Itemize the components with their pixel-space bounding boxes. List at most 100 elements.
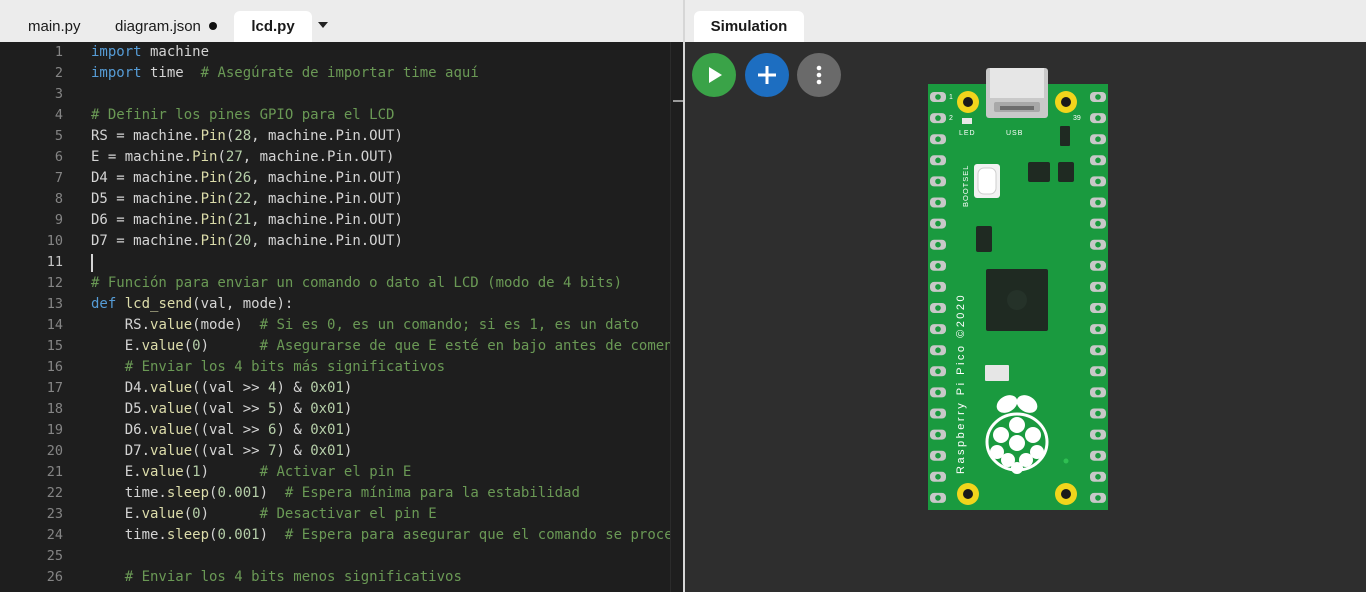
code-line[interactable]: 14 RS.value(mode) # Si es 0, es un coman… bbox=[0, 315, 670, 336]
gpio-pin-hole bbox=[935, 263, 941, 269]
code-line[interactable]: 24 time.sleep(0.001) # Espera para asegu… bbox=[0, 525, 670, 546]
code-token: ) bbox=[259, 485, 285, 501]
code-line[interactable]: 19 D6.value((val >> 6) & 0x01) bbox=[0, 420, 670, 441]
gpio-pin-hole bbox=[935, 474, 941, 480]
code-token: # Activar el pin E bbox=[259, 464, 412, 480]
code-line[interactable]: 22 time.sleep(0.001) # Espera mínima par… bbox=[0, 483, 670, 504]
code-line[interactable]: 9 D6 = machine.Pin(21, machine.Pin.OUT) bbox=[0, 210, 670, 231]
code-token: def bbox=[91, 296, 117, 312]
code-token: sleep bbox=[166, 485, 210, 501]
code-token: (mode) bbox=[192, 317, 260, 333]
code-token: ) bbox=[259, 527, 285, 543]
gpio-pin-hole bbox=[935, 178, 941, 185]
gpio-pin-hole bbox=[935, 305, 941, 311]
play-icon bbox=[709, 67, 722, 83]
code-line[interactable]: 16 # Enviar los 4 bits más significativo… bbox=[0, 357, 670, 378]
tab-lcd-py[interactable]: lcd.py bbox=[234, 11, 312, 42]
line-number: 6 bbox=[54, 149, 63, 165]
start-simulation-button[interactable] bbox=[692, 53, 736, 97]
usb-connector bbox=[986, 68, 1048, 118]
tab-main-py[interactable]: main.py bbox=[28, 11, 81, 42]
gpio-pin-hole bbox=[935, 94, 941, 100]
code-token: ) & bbox=[276, 401, 311, 417]
code-token: ) bbox=[200, 506, 260, 522]
board-name-label: Raspberry Pi Pico ©2020 bbox=[955, 293, 967, 474]
code-line[interactable]: 6 E = machine.Pin(27, machine.Pin.OUT) bbox=[0, 147, 670, 168]
raspberry-pi-pico-board[interactable]: 1 2 39 LED USB BOOTSEL Raspberry Pi Pico… bbox=[928, 66, 1108, 512]
code-token: D4 = machine. bbox=[91, 170, 201, 186]
gpio-pin-hole bbox=[935, 389, 941, 396]
line-number: 2 bbox=[54, 65, 63, 81]
simulation-tab-bar: Simulation bbox=[685, 0, 1366, 42]
code-line[interactable]: 10 D7 = machine.Pin(20, machine.Pin.OUT) bbox=[0, 231, 670, 252]
code-token: 0.001 bbox=[217, 485, 260, 501]
code-token: value bbox=[141, 506, 184, 522]
code-text: D7 = machine.Pin(20, machine.Pin.OUT) bbox=[91, 231, 403, 252]
line-number: 22 bbox=[46, 485, 63, 501]
code-token: , machine.Pin.OUT) bbox=[251, 233, 403, 249]
code-token: D7 = machine. bbox=[91, 233, 201, 249]
plus-icon bbox=[758, 66, 776, 84]
code-line[interactable]: 7 D4 = machine.Pin(26, machine.Pin.OUT) bbox=[0, 168, 670, 189]
gpio-pin-hole bbox=[1095, 263, 1101, 269]
tab-menu-chevron-down-icon[interactable] bbox=[316, 18, 330, 32]
code-line[interactable]: 12 # Función para enviar un comando o dat… bbox=[0, 273, 670, 294]
code-line[interactable]: 25 bbox=[0, 546, 670, 567]
code-token: machine bbox=[141, 44, 210, 60]
code-text: time.sleep(0.001) # Espera mínima para l… bbox=[91, 483, 580, 504]
code-line[interactable]: 2 import time # Asegúrate de importar tim… bbox=[0, 63, 670, 84]
code-token: # Definir los pines GPIO para el LCD bbox=[91, 107, 395, 123]
code-line[interactable]: 26 # Enviar los 4 bits menos significati… bbox=[0, 567, 670, 588]
code-token: value bbox=[150, 317, 193, 333]
code-token: E = machine. bbox=[91, 149, 193, 165]
code-token: time. bbox=[91, 485, 167, 501]
editor-scrollbar-thumb[interactable] bbox=[673, 100, 683, 102]
code-line[interactable]: 21 E.value(1) # Activar el pin E bbox=[0, 462, 670, 483]
gpio-pin-hole bbox=[1095, 410, 1101, 417]
line-number: 16 bbox=[46, 359, 63, 375]
line-number: 1 bbox=[54, 44, 63, 60]
editor-scrollbar[interactable] bbox=[670, 42, 683, 592]
code-line[interactable]: 23 E.value(0) # Desactivar el pin E bbox=[0, 504, 670, 525]
code-token: 28 bbox=[234, 128, 252, 144]
line-number: 21 bbox=[46, 464, 63, 480]
gpio-pin-hole bbox=[1095, 157, 1101, 164]
code-text: # Función para enviar un comando o dato … bbox=[91, 273, 622, 294]
code-line[interactable]: 18 D5.value((val >> 5) & 0x01) bbox=[0, 399, 670, 420]
more-options-button[interactable] bbox=[797, 53, 841, 97]
code-token: ) bbox=[343, 443, 353, 459]
pin-label-39: 39 bbox=[1073, 115, 1081, 122]
line-number: 5 bbox=[54, 128, 63, 144]
code-token: 0.001 bbox=[217, 527, 260, 543]
code-line[interactable]: 8 D5 = machine.Pin(22, machine.Pin.OUT) bbox=[0, 189, 670, 210]
code-token: D5 = machine. bbox=[91, 191, 201, 207]
code-line[interactable]: 11 bbox=[0, 252, 670, 273]
gpio-pin-hole bbox=[935, 220, 941, 227]
gpio-pin-hole bbox=[1095, 452, 1101, 459]
code-token: value bbox=[141, 464, 184, 480]
code-text: # Definir los pines GPIO para el LCD bbox=[91, 105, 394, 126]
code-line[interactable]: 20 D7.value((val >> 7) & 0x01) bbox=[0, 441, 670, 462]
component bbox=[1058, 162, 1074, 182]
code-area[interactable]: 1 import machine 2 import time # Asegúrate … bbox=[0, 42, 670, 592]
code-token: sleep bbox=[166, 527, 210, 543]
code-token: # Enviar los 4 bits menos significativos bbox=[124, 569, 462, 585]
code-line[interactable]: 5 RS = machine.Pin(28, machine.Pin.OUT) bbox=[0, 126, 670, 147]
code-token: ( bbox=[183, 506, 193, 522]
code-line[interactable]: 13 def lcd_send(val, mode): bbox=[0, 294, 670, 315]
bootsel-button[interactable] bbox=[974, 164, 1000, 198]
code-token: # Enviar los 4 bits más significativos bbox=[124, 359, 446, 375]
code-token: # Si es 0, es un comando; si es 1, es un… bbox=[259, 317, 639, 333]
code-line[interactable]: 15 E.value(0) # Asegurarse de que E esté… bbox=[0, 336, 670, 357]
gpio-pin-hole bbox=[935, 284, 941, 290]
code-line[interactable]: 3 bbox=[0, 84, 670, 105]
code-line[interactable]: 4 # Definir los pines GPIO para el LCD bbox=[0, 105, 670, 126]
gpio-pin-hole bbox=[1095, 241, 1101, 248]
add-part-button[interactable] bbox=[745, 53, 789, 97]
gpio-pin-hole bbox=[935, 452, 941, 459]
tab-diagram-json[interactable]: diagram.json bbox=[115, 11, 217, 42]
tab-simulation[interactable]: Simulation bbox=[694, 11, 804, 42]
code-line[interactable]: 17 D4.value((val >> 4) & 0x01) bbox=[0, 378, 670, 399]
code-line[interactable]: 1 import machine bbox=[0, 42, 670, 63]
